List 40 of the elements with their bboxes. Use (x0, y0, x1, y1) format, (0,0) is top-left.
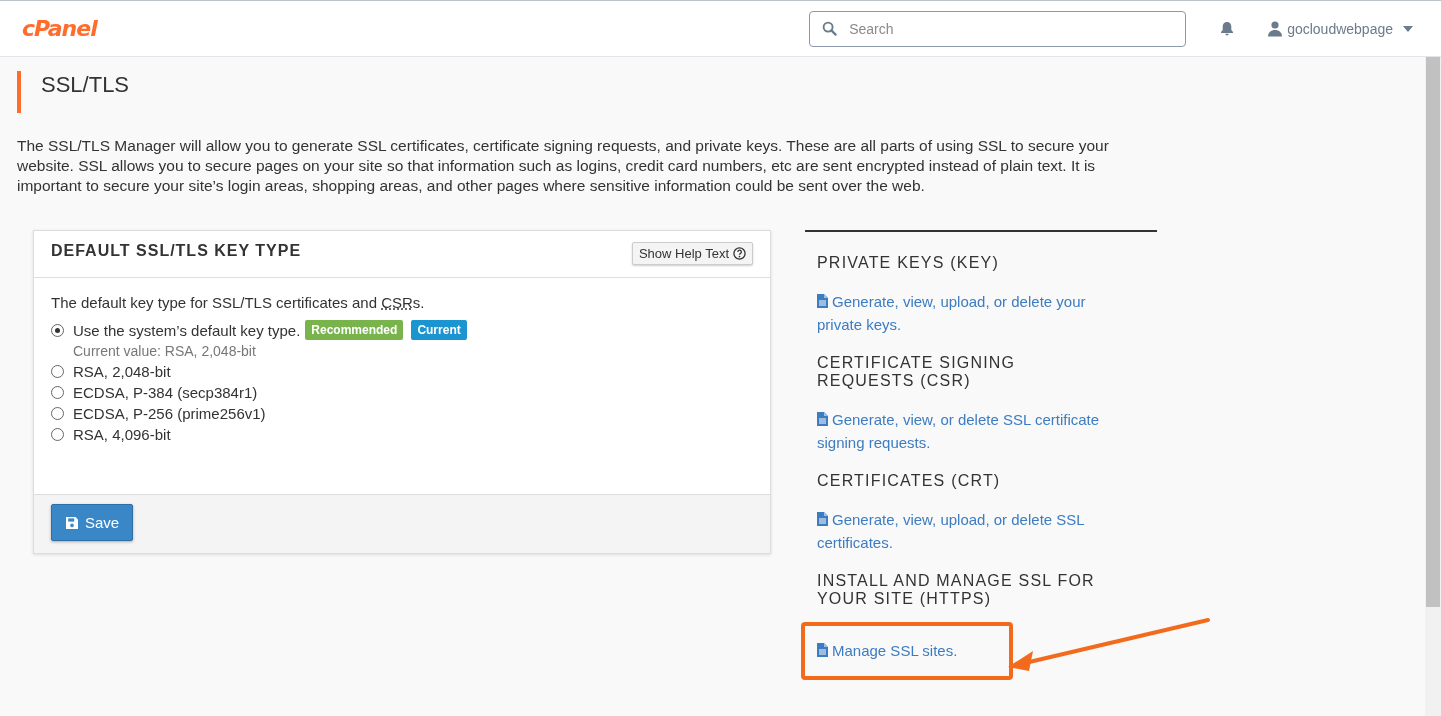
scrollbar[interactable] (1425, 57, 1441, 716)
section-heading: CERTIFICATE SIGNING REQUESTS (CSR) (817, 354, 1017, 390)
user-menu[interactable]: gocloudwebpage (1267, 20, 1413, 37)
search-bar[interactable]: Search (809, 10, 1187, 47)
caret-icon (1403, 25, 1413, 32)
status-badge: Current (411, 320, 467, 340)
cpanel-logo[interactable]: cPanel (22, 16, 97, 41)
option-label[interactable]: ECDSA, P-384 (secp384r1) (73, 384, 258, 401)
section-link[interactable]: Manage SSL sites. (817, 639, 997, 662)
section-link[interactable]: Generate, view, upload, or delete SSL certificates. (817, 508, 1117, 554)
search-icon (822, 21, 838, 36)
section-link[interactable]: Generate, view, upload, or delete your private keys. (817, 290, 1117, 336)
radio-button[interactable] (51, 407, 64, 420)
option-label[interactable]: ECDSA, P-256 (prime256v1) (73, 405, 266, 422)
card-title: DEFAULT SSL/TLS KEY TYPE (51, 242, 302, 260)
document-icon (817, 294, 828, 308)
search-input[interactable]: Search (847, 19, 1174, 38)
option-label[interactable]: RSA, 2,048-bit (73, 363, 171, 380)
document-icon (817, 512, 828, 526)
option-label[interactable]: Use the system’s default key type. (73, 321, 301, 339)
document-icon (817, 412, 828, 426)
page-description: The SSL/TLS Manager will allow you to generate SSL certificates, certificate signing requests, and private keys. These are all parts of using SSL to secure your website. SSL allows you to secure pages on your site so that information such as logins, credit card numbers, etc are sent encrypted instead of plain text. It is important to secure your site’s login areas, shopping areas, and other pages where sensitive information could be sent over the web. (17, 136, 1110, 196)
help-icon (733, 247, 746, 260)
show-help-text-button[interactable]: Show Help Text (631, 242, 753, 265)
radio-button[interactable] (51, 323, 64, 337)
radio-button[interactable] (51, 365, 64, 378)
notification-bell-icon[interactable] (1219, 20, 1236, 37)
section-heading: INSTALL AND MANAGE SSL FOR YOUR SITE (HTTPS) (817, 572, 1096, 608)
key-type-intro: The default key type for SSL/TLS certificates and CSRs. (51, 294, 426, 311)
radio-button[interactable] (51, 386, 64, 399)
radio-button[interactable] (51, 428, 64, 441)
save-button[interactable]: Save (51, 504, 134, 541)
status-badge: Recommended (305, 320, 404, 340)
current-value-note: Current value: RSA, 2,048-bit (73, 343, 257, 359)
section-heading: CERTIFICATES (CRT) (817, 472, 1002, 490)
document-icon (817, 643, 828, 657)
section-heading: PRIVATE KEYS (KEY) (817, 254, 1000, 272)
user-icon (1267, 20, 1284, 37)
option-label[interactable]: RSA, 4,096-bit (73, 426, 171, 443)
section-link[interactable]: Generate, view, or delete SSL certificate signing requests. (817, 408, 1117, 454)
